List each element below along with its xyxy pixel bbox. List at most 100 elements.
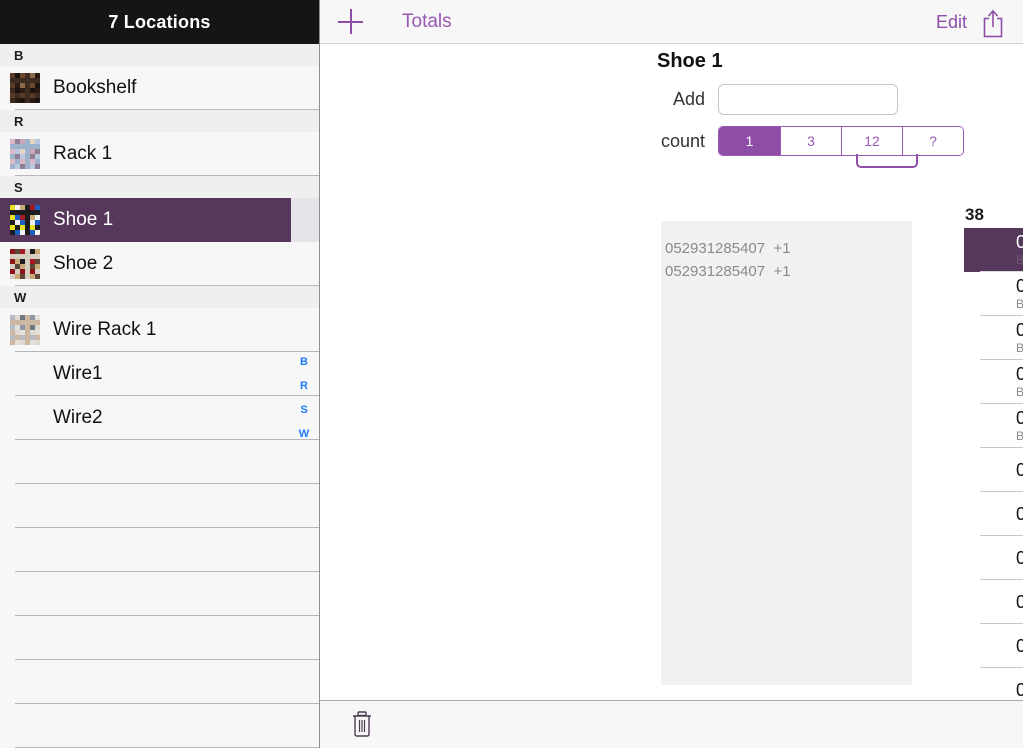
- empty-list-row: [0, 572, 319, 616]
- row-barcode: 052931285483: [1016, 320, 1023, 340]
- row-description: Br05 black 8.5 m: [1016, 341, 1023, 355]
- log-line: 052931285407 +1: [665, 240, 791, 257]
- location-thumbnail: [10, 249, 40, 279]
- count-field-row: count 1 3 12?: [653, 126, 964, 156]
- location-thumbnail: [10, 73, 40, 103]
- index-letter-w[interactable]: W: [299, 422, 309, 446]
- table-row[interactable]: 052931285575Br05 black 7.5w1: [964, 404, 1023, 448]
- row-description: Br05 black 8.5 m: [1016, 297, 1023, 311]
- empty-list-row: [0, 616, 319, 660]
- table-row[interactable]: 0529312879681: [964, 536, 1023, 580]
- add-field-row: Add: [653, 84, 898, 115]
- index-letter-b[interactable]: B: [300, 350, 308, 374]
- section-header-r: R: [0, 110, 319, 132]
- share-icon[interactable]: [979, 7, 1007, 39]
- selection-tail: [291, 198, 319, 242]
- row-text: 052931285568Br05 black 10w: [1016, 364, 1023, 400]
- count-option-custom[interactable]: ?: [902, 127, 963, 155]
- section-header-b: B: [0, 44, 319, 66]
- locations-list: B Bookshelf R Rack 1 S Shoe 1 Shoe 2 W Wire Rack…: [0, 44, 319, 748]
- app-root: 7 Locations B Bookshelf R Rack 1 S Shoe 1 Shoe…: [0, 0, 1024, 748]
- row-text: 052931377096: [1016, 592, 1023, 613]
- row-barcode: 052931287968: [1016, 547, 1023, 568]
- sidebar-item-label: Shoe 2: [53, 253, 114, 274]
- row-barcode: 052931377270: [1016, 679, 1023, 700]
- sidebar-title: 7 Locations: [0, 0, 319, 44]
- row-barcode: 052931377096: [1016, 591, 1023, 612]
- empty-list-row: [0, 660, 319, 704]
- sidebar-item-wire-rack-1[interactable]: Wire Rack 1: [0, 308, 319, 352]
- table-row[interactable]: 0529313770961: [964, 580, 1023, 624]
- row-description: Br05 black 10w: [1016, 385, 1023, 399]
- locations-sidebar: 7 Locations B Bookshelf R Rack 1 S Shoe 1 Shoe…: [0, 0, 320, 748]
- sidebar-item-shoe-2[interactable]: Shoe 2: [0, 242, 319, 286]
- sidebar-item-shoe-1[interactable]: Shoe 1: [0, 198, 319, 242]
- edit-button[interactable]: Edit: [936, 12, 967, 33]
- row-barcode: 052931285407: [1016, 232, 1023, 252]
- row-text: 052931377270: [1016, 680, 1023, 701]
- section-header-w: W: [0, 286, 319, 308]
- row-text: 052931377225: [1016, 636, 1023, 657]
- table-row[interactable]: 0529312856291: [964, 448, 1023, 492]
- add-label: Add: [672, 89, 705, 109]
- detail-toolbar: Totals Edit: [320, 0, 1023, 44]
- row-description: Br05 black 7.5w: [1016, 429, 1023, 443]
- count-option-3[interactable]: 3: [780, 127, 841, 155]
- row-barcode: 052931285568: [1016, 364, 1023, 384]
- sidebar-item-label: Rack 1: [53, 143, 113, 164]
- detail-pane: Totals Edit Shoe 1 Add count 1 3 12? 05293…: [320, 0, 1023, 748]
- row-barcode: 052931285575: [1016, 408, 1023, 428]
- location-thumbnail: [10, 315, 40, 345]
- empty-list-row: [0, 528, 319, 572]
- sidebar-item-rack-1[interactable]: Rack 1: [0, 132, 319, 176]
- row-text: 052931285407Br05 black m: [1016, 232, 1023, 268]
- row-barcode: 052931286367: [1016, 503, 1023, 524]
- sidebar-item-bookshelf[interactable]: Bookshelf: [0, 66, 319, 110]
- index-letter-s[interactable]: S: [300, 398, 307, 422]
- table-row[interactable]: 0529313772251: [964, 624, 1023, 668]
- empty-list-row: [0, 704, 319, 748]
- sidebar-item-label: Bookshelf: [53, 77, 137, 98]
- sidebar-item-wire2[interactable]: Wire2: [0, 396, 319, 440]
- plus-icon[interactable]: [338, 9, 364, 35]
- row-barcode: 052931285452: [1016, 276, 1023, 296]
- totals-table[interactable]: 052931285407Br05 black m3052931285452Br0…: [964, 228, 1023, 748]
- index-letter-r[interactable]: R: [300, 374, 308, 398]
- row-text: 052931285483Br05 black 8.5 m: [1016, 320, 1023, 356]
- count-option-1[interactable]: 1: [719, 127, 780, 155]
- row-description: Br05 black m: [1016, 253, 1023, 267]
- row-barcode: 052931285629: [1016, 459, 1023, 480]
- row-text: 052931287968: [1016, 548, 1023, 569]
- count-segmented-control[interactable]: 1 3 12?: [718, 126, 964, 156]
- row-text: 052931285629: [1016, 460, 1023, 481]
- empty-list-row: [0, 440, 319, 484]
- sidebar-item-wire1[interactable]: Wire1: [0, 352, 319, 396]
- scan-log-panel[interactable]: 052931285407 +1 052931285407 +1: [661, 221, 912, 685]
- total-count: 38: [965, 205, 984, 224]
- trash-icon[interactable]: [350, 710, 374, 738]
- row-barcode: 052931377225: [1016, 635, 1023, 656]
- table-row[interactable]: 0529312863672: [964, 492, 1023, 536]
- location-thumbnail: [10, 205, 40, 235]
- row-text: 052931286367: [1016, 504, 1023, 525]
- row-text: 052931285575Br05 black 7.5w: [1016, 408, 1023, 444]
- sidebar-item-label: Wire2: [53, 407, 103, 428]
- count-label: count: [660, 130, 705, 151]
- log-line: 052931285407 +1: [665, 263, 791, 280]
- count-selection-bracket: [856, 154, 918, 168]
- empty-list-row: [0, 484, 319, 528]
- section-header-s: S: [0, 176, 319, 198]
- page-title: Shoe 1: [657, 50, 723, 72]
- row-text: 052931285452Br05 black 8.5 m: [1016, 276, 1023, 312]
- sidebar-item-label: Wire1: [53, 363, 103, 384]
- table-row[interactable]: 052931285568Br05 black 10w1: [964, 360, 1023, 404]
- table-row[interactable]: 052931285407Br05 black m3: [964, 228, 1023, 272]
- add-input[interactable]: [718, 84, 898, 115]
- table-row[interactable]: 052931285452Br05 black 8.5 m1: [964, 272, 1023, 316]
- sidebar-item-label: Wire Rack 1: [53, 319, 157, 340]
- location-thumbnail: [10, 139, 40, 169]
- table-row[interactable]: 052931285483Br05 black 8.5 m1: [964, 316, 1023, 360]
- section-index-bar[interactable]: BRSW: [293, 350, 315, 446]
- totals-button[interactable]: Totals: [402, 11, 452, 33]
- count-option-12[interactable]: 12: [841, 127, 902, 155]
